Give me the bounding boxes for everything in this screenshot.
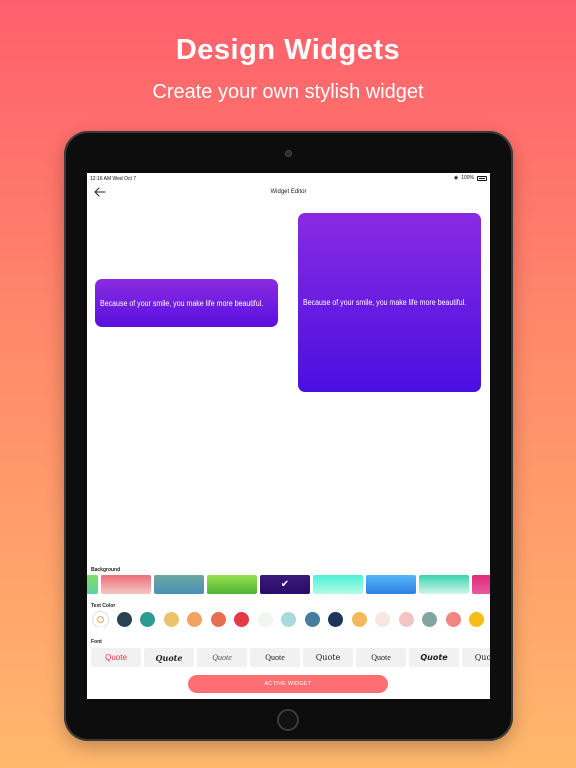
- text-color-dot[interactable]: [210, 612, 226, 627]
- camera-icon: [285, 150, 292, 157]
- background-picker: ✔: [87, 575, 490, 595]
- text-color-dot[interactable]: [422, 612, 437, 627]
- home-button[interactable]: [277, 709, 299, 731]
- text-color-dot[interactable]: [234, 612, 249, 627]
- widget-small-text: Because of your smile, you make life mor…: [100, 298, 264, 308]
- font-option[interactable]: Quote: [197, 648, 247, 667]
- status-right: ◉ 100%: [454, 175, 487, 181]
- page-title: Widget Editor: [270, 189, 307, 195]
- background-swatch[interactable]: [207, 575, 257, 594]
- background-swatch[interactable]: [101, 575, 151, 594]
- font-option[interactable]: Quote: [91, 648, 141, 667]
- wifi-icon: ◉: [453, 175, 459, 181]
- background-swatch[interactable]: [419, 575, 469, 594]
- background-swatch[interactable]: [87, 575, 98, 594]
- text-color-dot[interactable]: [445, 612, 461, 627]
- text-color-dot[interactable]: [257, 612, 273, 627]
- background-swatch[interactable]: [472, 575, 490, 594]
- battery-icon: [477, 175, 487, 181]
- background-swatch[interactable]: ✔: [260, 575, 310, 594]
- text-color-selected[interactable]: [93, 612, 108, 627]
- text-color-dot[interactable]: [187, 612, 202, 627]
- background-label: Background: [91, 567, 121, 573]
- checkmark-icon: ✔: [280, 579, 290, 590]
- text-color-dot[interactable]: [328, 612, 343, 627]
- hero-subtitle: Create your own stylish widget: [152, 81, 424, 103]
- text-color-dot[interactable]: [140, 612, 155, 627]
- text-color-dot[interactable]: [375, 612, 390, 627]
- active-widget-button[interactable]: ACTIVE WIDGET: [188, 675, 388, 693]
- text-color-dot[interactable]: [281, 612, 296, 627]
- text-color-dot[interactable]: [304, 612, 320, 627]
- status-bar: 12:16 AM Wed Oct 7 ◉ 100%: [87, 173, 490, 183]
- text-color-dot[interactable]: [116, 612, 132, 627]
- background-swatch[interactable]: [154, 575, 204, 594]
- text-color-dot[interactable]: [163, 612, 179, 627]
- text-color-picker: [87, 611, 490, 627]
- tablet-screen: 12:16 AM Wed Oct 7 ◉ 100% Widget Editor …: [87, 173, 490, 699]
- nav-bar: Widget Editor: [87, 183, 490, 201]
- tablet-frame: 12:16 AM Wed Oct 7 ◉ 100% Widget Editor …: [64, 131, 513, 741]
- font-option[interactable]: Quote: [409, 648, 459, 667]
- widget-large-text: Because of your smile, you make life mor…: [303, 298, 467, 307]
- font-option[interactable]: Quote: [144, 648, 194, 667]
- font-picker: QuoteQuoteQuoteQuoteQuoteQuoteQuoteQuote…: [87, 648, 490, 667]
- font-option[interactable]: Quote: [462, 648, 490, 667]
- widget-preview-small[interactable]: Because of your smile, you make life mor…: [95, 279, 278, 327]
- widget-preview-large[interactable]: Because of your smile, you make life mor…: [298, 213, 481, 392]
- font-option[interactable]: Quote: [303, 648, 353, 667]
- hero-title: Design Widgets: [175, 34, 401, 66]
- font-option[interactable]: Quote: [250, 648, 300, 667]
- text-color-dot[interactable]: [469, 612, 484, 627]
- text-color-dot[interactable]: [398, 612, 414, 627]
- background-swatch[interactable]: [313, 575, 363, 594]
- font-option[interactable]: Quote: [356, 648, 406, 667]
- text-color-dot[interactable]: [351, 612, 367, 627]
- font-label: Font: [91, 639, 102, 645]
- battery-percent: 100%: [461, 175, 474, 181]
- text-color-label: Text Color: [91, 603, 116, 609]
- status-time: 12:16 AM Wed Oct 7: [90, 176, 137, 182]
- background-swatch[interactable]: [366, 575, 416, 594]
